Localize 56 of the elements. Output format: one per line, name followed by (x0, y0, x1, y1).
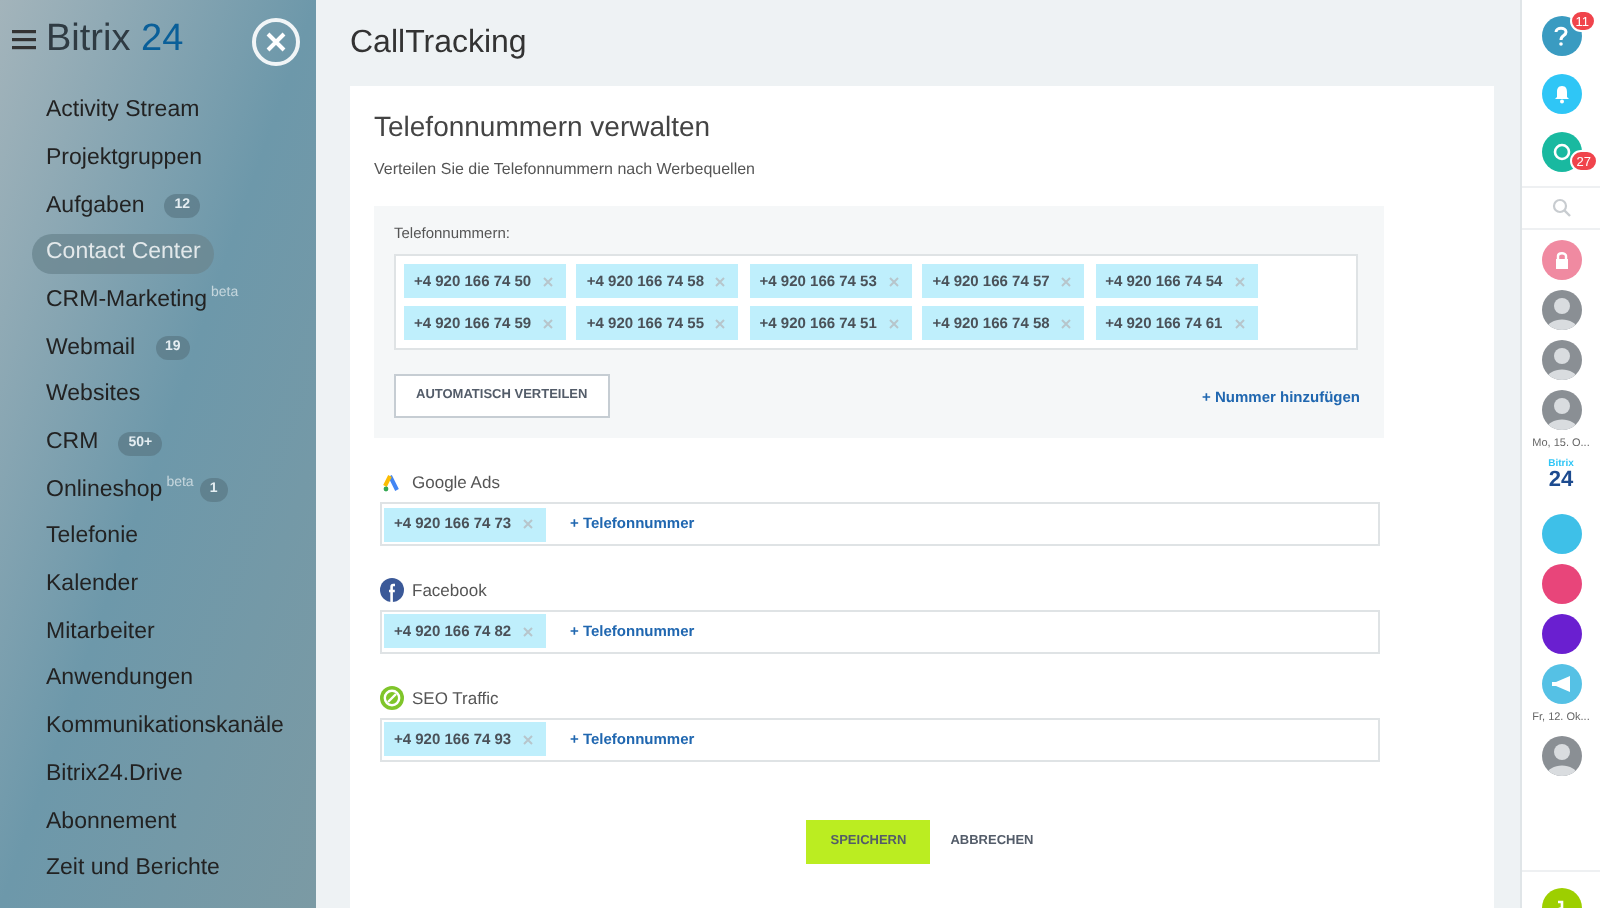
remove-icon (522, 733, 534, 745)
menu-item[interactable]: Websites (32, 378, 155, 414)
source-name: Facebook (412, 578, 487, 604)
menu-item[interactable]: Mitarbeiter (32, 615, 169, 651)
close-icon (266, 32, 286, 52)
channel-avatar[interactable] (1541, 564, 1581, 605)
menu-item[interactable]: Contact Center (32, 234, 215, 274)
search-icon (1551, 198, 1571, 218)
user-avatar[interactable] (1541, 390, 1581, 430)
menu-item[interactable]: Telefonie (32, 520, 153, 556)
remove-icon (714, 275, 727, 288)
menu-item[interactable]: Webmail (32, 331, 150, 366)
lock-button[interactable] (1541, 240, 1581, 280)
logo: Bitrix 24 (46, 15, 184, 64)
menu-item[interactable]: Kalender (32, 568, 153, 603)
megaphone-icon (1549, 674, 1573, 695)
card-title: Telefonnummern verwalten (374, 108, 713, 146)
bell-icon (1551, 84, 1571, 104)
page-title: CallTracking (350, 23, 529, 63)
source-name: Google Ads (412, 470, 500, 496)
menu-item[interactable]: CRM (32, 426, 113, 461)
close-button[interactable] (252, 18, 300, 66)
menu-item[interactable]: Abonnement (32, 805, 191, 840)
remove-icon (522, 625, 534, 638)
source-name: SEO Traffic (412, 685, 499, 711)
menu-item[interactable]: Aufgaben (32, 189, 159, 224)
remove-icon (1060, 317, 1073, 330)
remove-icon (522, 518, 534, 530)
user-avatar[interactable] (1541, 340, 1581, 380)
menu-item[interactable]: Activity Stream (32, 94, 214, 129)
phone-button[interactable] (1541, 888, 1581, 908)
remove-icon (1233, 317, 1246, 330)
user-avatar[interactable] (1541, 290, 1581, 330)
remove-icon (714, 317, 727, 330)
chat-button[interactable] (1541, 132, 1581, 172)
remove-icon (887, 275, 900, 288)
remove-icon (542, 275, 554, 288)
google-ads-icon (380, 471, 404, 496)
menu-item[interactable]: Bitrix24.Drive (32, 757, 197, 793)
notifications-button[interactable] (1541, 74, 1581, 114)
menu-item[interactable]: Projektgruppen (32, 141, 216, 177)
remove-icon (887, 317, 900, 330)
menu-icon (12, 30, 36, 50)
card-subtitle: Verteilen Sie die Telefonnummern nach Werbequellen (374, 158, 757, 182)
menu-item[interactable]: Kommunikationskanäle (32, 710, 298, 745)
lock-icon (1551, 250, 1571, 270)
question-icon (1554, 26, 1568, 46)
remove-icon (1060, 275, 1073, 288)
menu-item[interactable]: Anwendungen (32, 662, 208, 698)
remove-icon (1233, 275, 1246, 288)
user-avatar[interactable] (1541, 735, 1581, 775)
channel-avatar[interactable] (1541, 614, 1581, 655)
menu-item[interactable]: Zeit und Berichte (32, 852, 234, 887)
remove-icon (542, 317, 554, 330)
facebook-icon (380, 578, 404, 603)
announcements-button[interactable] (1541, 664, 1581, 705)
